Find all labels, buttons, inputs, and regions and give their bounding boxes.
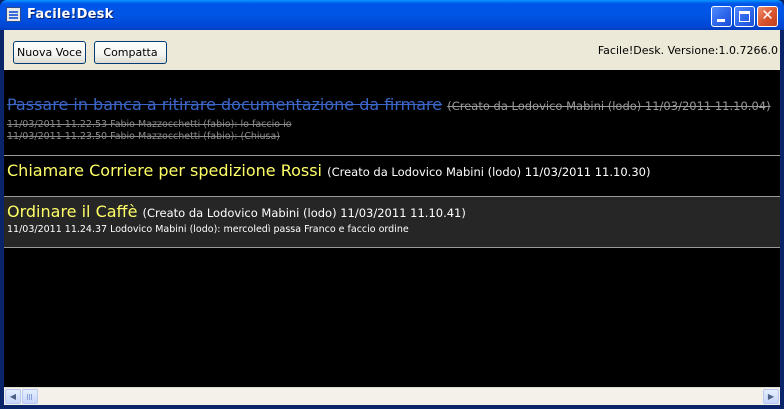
close-button[interactable]: ✕ <box>757 6 778 27</box>
maximize-icon <box>739 11 750 22</box>
scroll-thumb[interactable] <box>22 389 38 404</box>
list-item[interactable]: Passare in banca a ritirare documentazio… <box>4 92 780 156</box>
scroll-right-button[interactable]: ▶ <box>763 389 779 404</box>
title-bar[interactable]: Facile!Desk ✕ <box>0 0 784 30</box>
item-note: 11/03/2011 11.22.53 Fabio Mazzocchetti (… <box>7 119 292 130</box>
arrow-right-icon: ▶ <box>767 392 775 401</box>
version-label: Facile!Desk. Versione:1.0.7266.0 <box>597 44 778 57</box>
minimize-icon <box>717 19 725 22</box>
item-note: 11/03/2011 11.23.50 Fabio Mazzocchetti (… <box>7 131 281 142</box>
item-header: Chiamare Corriere per spedizione Rossi (… <box>7 161 650 180</box>
client-area: Nuova Voce Compatta Facile!Desk. Version… <box>4 30 780 405</box>
item-meta: (Creato da Lodovico Mabini (lodo) 11/03/… <box>327 165 651 179</box>
app-window: Facile!Desk ✕ Nuova Voce Compatta Facile… <box>0 0 784 409</box>
maximize-button[interactable] <box>734 6 755 27</box>
minimize-button[interactable] <box>711 6 732 27</box>
scroll-left-button[interactable]: ◀ <box>5 389 21 404</box>
window-title: Facile!Desk <box>27 7 114 22</box>
list-item[interactable]: Chiamare Corriere per spedizione Rossi (… <box>4 157 780 197</box>
item-header: Ordinare il Caffè (Creato da Lodovico Ma… <box>7 202 466 221</box>
close-icon: ✕ <box>761 6 774 24</box>
task-list[interactable]: Passare in banca a ritirare documentazio… <box>4 70 780 387</box>
item-title: Ordinare il Caffè <box>7 202 138 221</box>
item-meta: (Creato da Lodovico Mabini (lodo) 11/03/… <box>142 206 466 220</box>
toolbar: Nuova Voce Compatta Facile!Desk. Version… <box>4 30 780 70</box>
new-item-button[interactable]: Nuova Voce <box>13 41 86 64</box>
item-divider <box>4 247 780 248</box>
item-title: Chiamare Corriere per spedizione Rossi <box>7 161 322 180</box>
horizontal-scrollbar[interactable]: ◀ ▶ <box>4 387 780 405</box>
app-icon[interactable] <box>6 7 21 22</box>
item-header: Passare in banca a ritirare documentazio… <box>7 95 771 114</box>
item-note: 11/03/2011 11.24.37 Lodovico Mabini (lod… <box>7 224 409 235</box>
arrow-left-icon: ◀ <box>9 392 17 401</box>
list-item-selected[interactable]: Ordinare il Caffè (Creato da Lodovico Ma… <box>4 197 780 248</box>
item-divider <box>4 155 780 156</box>
compact-button[interactable]: Compatta <box>94 41 167 64</box>
item-meta: (Creato da Lodovico Mabini (lodo) 11/03/… <box>447 99 771 113</box>
item-title: Passare in banca a ritirare documentazio… <box>7 95 443 114</box>
